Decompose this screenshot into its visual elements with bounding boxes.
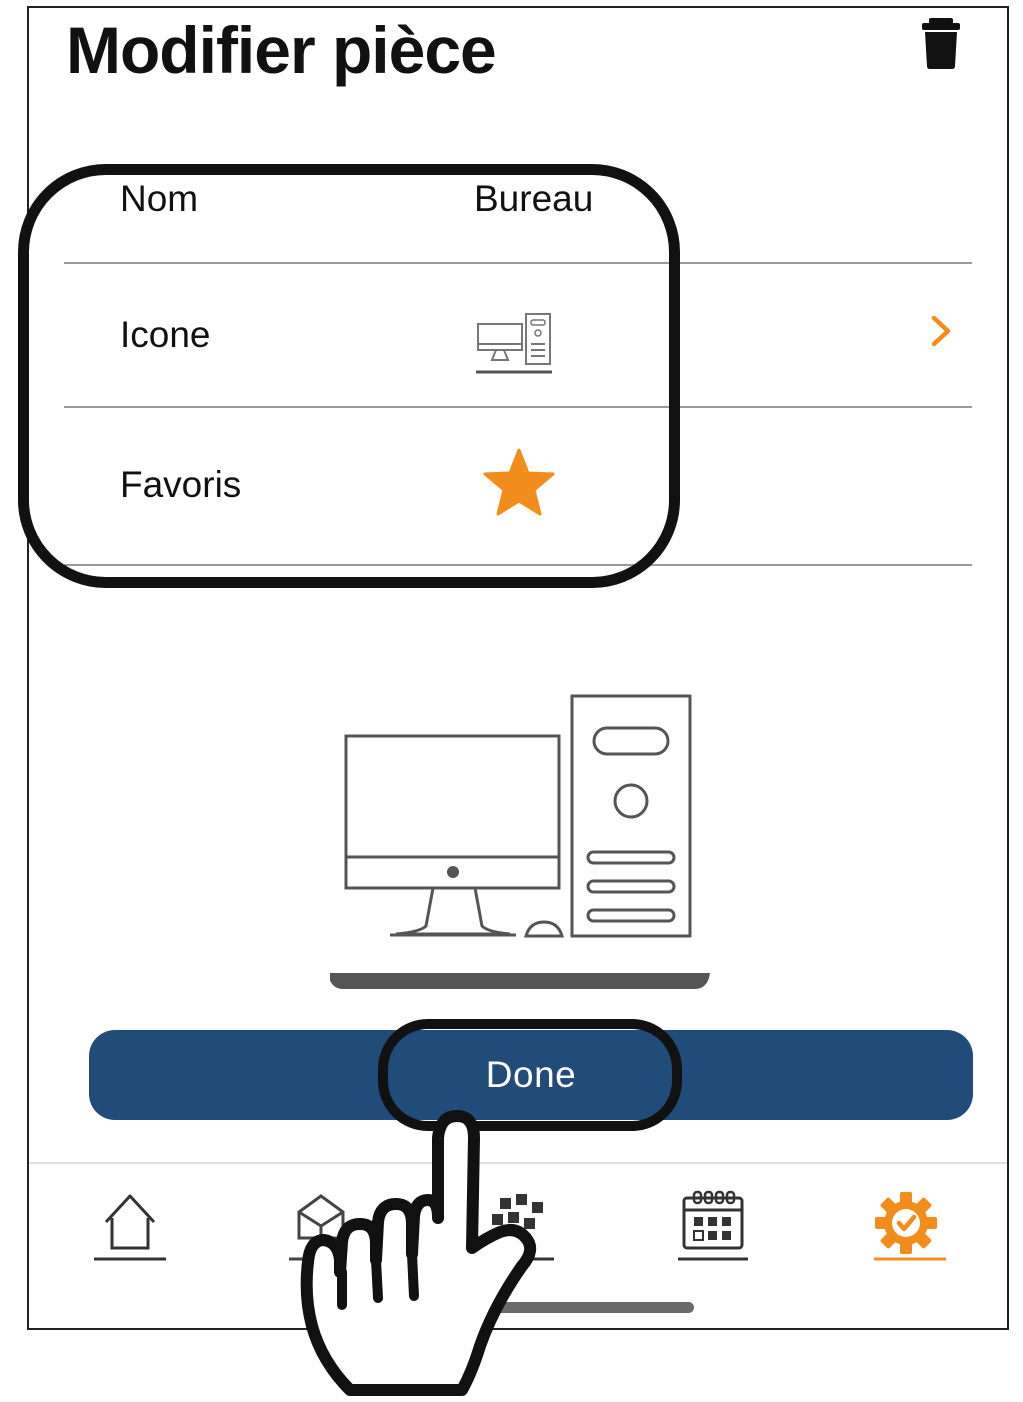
star-icon[interactable] bbox=[483, 447, 555, 517]
chevron-right-icon[interactable] bbox=[926, 313, 956, 349]
rooms-icon bbox=[289, 1194, 363, 1261]
nav-settings[interactable] bbox=[864, 1186, 954, 1272]
home-icon bbox=[94, 1194, 166, 1261]
trash-icon[interactable] bbox=[918, 16, 964, 70]
calendar-icon bbox=[678, 1190, 748, 1261]
done-button[interactable]: Done bbox=[89, 1030, 973, 1120]
divider bbox=[29, 1162, 1007, 1164]
name-label: Nom bbox=[120, 178, 199, 219]
desktop-computer-icon bbox=[328, 690, 710, 990]
nav-home[interactable] bbox=[86, 1186, 176, 1272]
desktop-computer-icon bbox=[474, 310, 554, 376]
devices-grid-icon bbox=[484, 1194, 554, 1261]
divider bbox=[64, 564, 972, 566]
nav-devices[interactable] bbox=[478, 1186, 568, 1272]
settings-check-icon bbox=[874, 1192, 946, 1261]
icon-label: Icone bbox=[120, 314, 211, 355]
nav-rooms[interactable] bbox=[283, 1186, 373, 1272]
favorites-label: Favoris bbox=[120, 464, 242, 505]
nav-calendar[interactable] bbox=[672, 1186, 762, 1272]
home-indicator bbox=[430, 1302, 694, 1313]
page-title: Modifier pièce bbox=[66, 13, 497, 87]
name-value: Bureau bbox=[474, 178, 594, 219]
